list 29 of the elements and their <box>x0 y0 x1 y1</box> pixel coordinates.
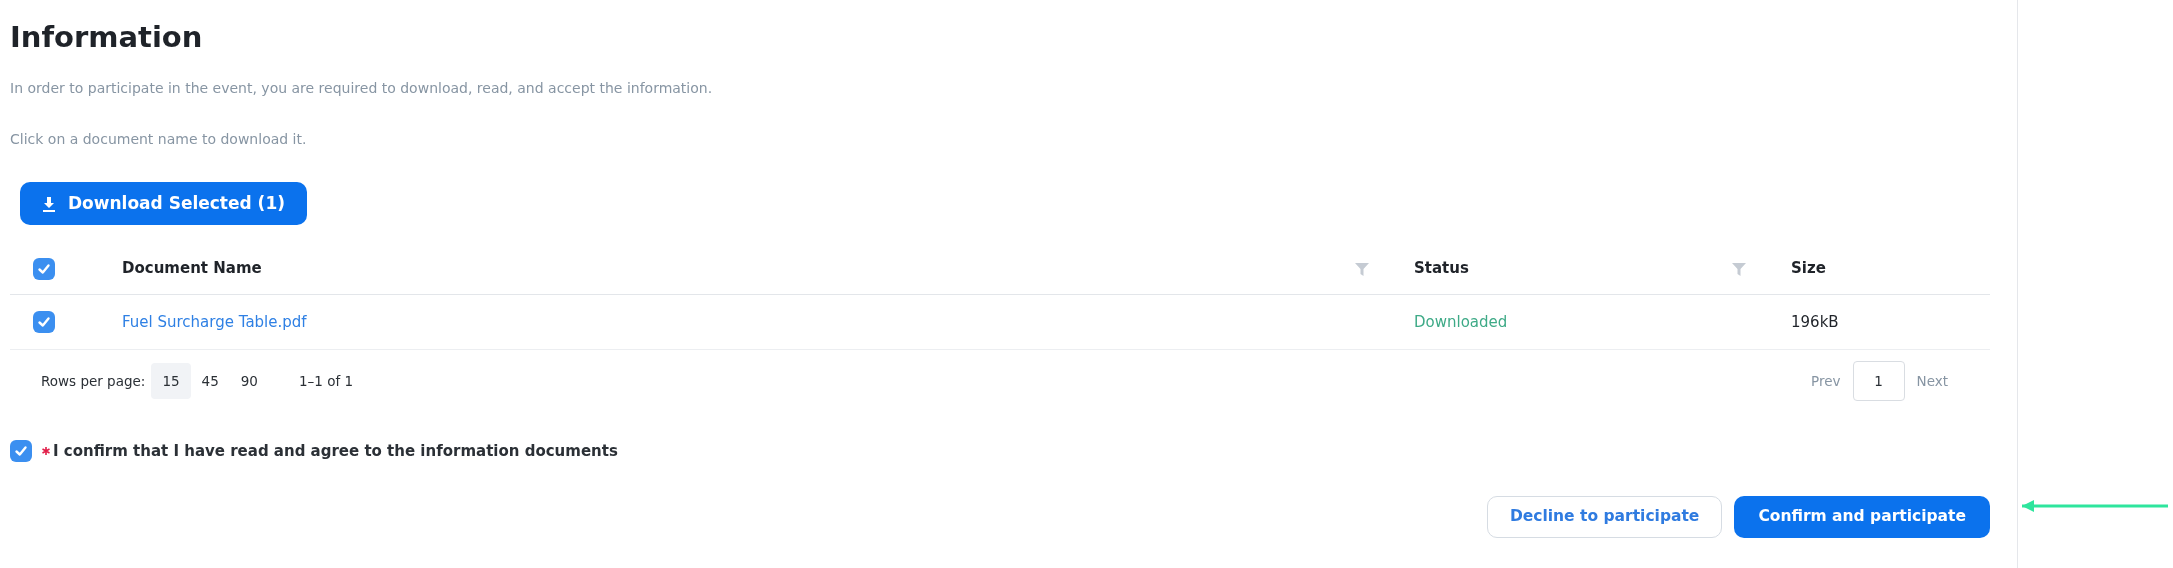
checkbox[interactable] <box>10 440 32 463</box>
check-icon <box>14 444 28 459</box>
download-icon <box>42 195 56 212</box>
column-header: Document Name <box>122 258 262 280</box>
document-link[interactable]: Fuel Surcharge Table.pdf <box>122 310 307 334</box>
download-button[interactable]: Download Selected (1) <box>20 182 307 225</box>
page-size-option[interactable]: 45 <box>190 363 230 399</box>
description-text: In order to participate in the event, you are required to download, read, and accept the information. <box>10 79 714 98</box>
checkbox[interactable] <box>33 257 55 280</box>
column-header: Status <box>1414 258 1469 280</box>
check-icon <box>37 261 51 276</box>
arrow-icon <box>2020 499 2170 513</box>
column-header: Size <box>1791 258 1826 280</box>
check-icon <box>37 315 51 329</box>
next-button[interactable]: Next <box>1916 370 1948 392</box>
range-text: 1–1 of 1 <box>298 371 354 391</box>
checkbox[interactable] <box>33 311 55 333</box>
description-text: Click on a document name to download it. <box>10 130 308 149</box>
confirm-button[interactable]: Confirm and participate <box>1734 495 1990 538</box>
confirm-label: I confirm that I have read and agree to the information documents <box>53 441 618 462</box>
page-number-field[interactable]: 1 <box>1852 361 1905 401</box>
page-title: Information <box>10 19 204 56</box>
status-text: Downloaded <box>1414 311 1508 333</box>
page-size-option[interactable]: 15 <box>151 363 191 399</box>
page-size-option[interactable]: 90 <box>229 363 269 399</box>
decline-button[interactable]: Decline to participate <box>1486 495 1723 538</box>
size-text: 196kB <box>1791 311 1839 333</box>
prev-button[interactable]: Prev <box>1811 370 1841 392</box>
rows-per-page-label: Rows per page: <box>41 371 146 391</box>
